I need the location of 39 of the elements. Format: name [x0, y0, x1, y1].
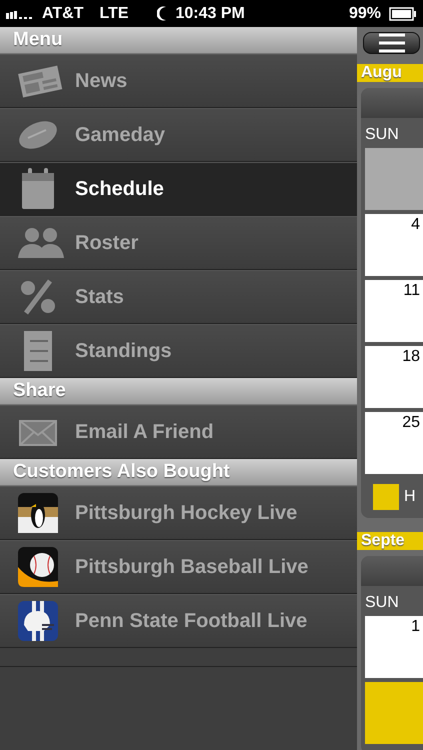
day-cell[interactable]: 11 — [365, 280, 423, 342]
section-header: Customers Also Bought — [0, 459, 357, 486]
day-cell[interactable]: 25 — [365, 412, 423, 474]
menu-icon — [378, 33, 406, 53]
menu-item[interactable]: Schedule — [0, 162, 357, 216]
legend-label: H — [404, 488, 416, 506]
helmet-icon — [18, 601, 58, 641]
day-cell[interactable]: 18 — [365, 346, 423, 408]
day-cell[interactable] — [365, 682, 423, 744]
menu-item[interactable]: Stats — [0, 270, 357, 324]
signal-icon — [6, 8, 34, 18]
baseball-icon — [18, 547, 58, 587]
section-header: Share — [0, 378, 357, 405]
menu-item[interactable]: Penn State Football Live — [0, 594, 357, 648]
battery-icon — [389, 6, 417, 20]
menu-item[interactable]: News — [0, 54, 357, 108]
menu-button[interactable] — [363, 32, 420, 54]
day-cell[interactable]: 1 — [365, 616, 423, 678]
weekday-label: SUN — [364, 125, 400, 145]
menu-item[interactable]: Roster — [0, 216, 357, 270]
network-type: LTE — [99, 4, 128, 22]
section-header: Menu — [0, 27, 357, 54]
moon-icon — [156, 6, 168, 21]
card-header — [361, 556, 423, 586]
card-header — [361, 88, 423, 118]
penguin-icon — [18, 493, 58, 533]
menu-item[interactable]: Pittsburgh Baseball Live — [0, 540, 357, 594]
menu-item[interactable]: Email A Friend — [0, 405, 357, 459]
weekday-label: SUN — [364, 593, 400, 613]
month-title: Augu — [357, 64, 423, 82]
status-time: 10:43 PM — [176, 4, 245, 22]
month-title: Septe — [357, 532, 423, 550]
menu-item[interactable]: Pittsburgh Hockey Live — [0, 486, 357, 540]
carrier-name: AT&T — [42, 4, 84, 22]
menu-item[interactable]: Gameday — [0, 108, 357, 162]
menu-item[interactable]: Standings — [0, 324, 357, 378]
day-cell[interactable] — [365, 148, 423, 210]
day-cell[interactable]: 4 — [365, 214, 423, 276]
battery-percent: 99% — [348, 4, 381, 22]
